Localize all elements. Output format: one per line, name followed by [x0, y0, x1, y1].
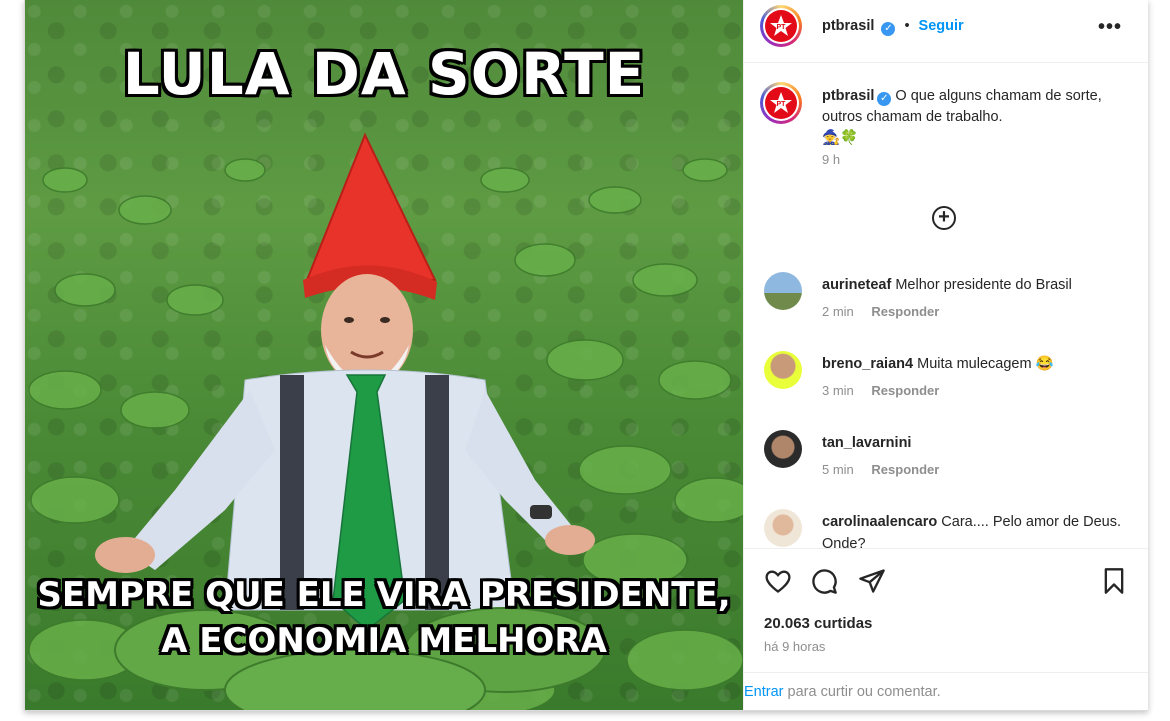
comment-meta: 5 min Responder: [822, 462, 953, 477]
reply-button[interactable]: Responder: [871, 462, 939, 477]
comment-body: aurineteaf Melhor presidente do Brasil: [822, 274, 1142, 296]
comment-username[interactable]: breno_raian4: [822, 356, 913, 372]
avatar[interactable]: [764, 272, 802, 310]
avatar[interactable]: [764, 509, 802, 547]
bookmark-icon[interactable]: [1100, 567, 1128, 595]
reply-button[interactable]: Responder: [871, 304, 939, 319]
svg-text:PT: PT: [777, 101, 787, 108]
meme-bottom-text: SEMPRE QUE ELE VIRA PRESIDENTE, A ECONOM…: [25, 572, 743, 664]
header-userline: ptbrasil ✓ • Seguir: [822, 18, 964, 36]
comment-item: carolinaalencaro Cara.... Pelo amor de D…: [764, 509, 1144, 549]
comment-username[interactable]: aurineteaf: [822, 277, 891, 293]
post-image[interactable]: LULA DA SORTE SEMPRE QUE ELE VIRA PRESID…: [25, 0, 743, 710]
avatar[interactable]: [764, 430, 802, 468]
header-username[interactable]: ptbrasil: [822, 18, 874, 34]
reply-button[interactable]: Responder: [871, 383, 939, 398]
likes-count[interactable]: 20.063 curtidas: [764, 615, 872, 632]
comment-body: breno_raian4 Muita mulecagem 😂: [822, 353, 1142, 375]
login-link[interactable]: Entrar: [744, 684, 784, 700]
pt-avatar[interactable]: PT: [760, 5, 802, 47]
comment-username[interactable]: carolinaalencaro: [822, 514, 937, 530]
verified-badge-icon: ✓: [881, 22, 896, 36]
comment-time: 2 min: [822, 304, 854, 319]
share-send-icon[interactable]: [858, 567, 886, 595]
caption-avatar[interactable]: PT: [760, 82, 802, 124]
comment-item: aurineteaf Melhor presidente do Brasil 2…: [764, 272, 1144, 332]
verified-badge-icon: ✓: [877, 92, 892, 106]
comment-body: carolinaalencaro Cara.... Pelo amor de D…: [822, 511, 1142, 549]
instagram-post: LULA DA SORTE SEMPRE QUE ELE VIRA PRESID…: [24, 0, 1148, 711]
caption-time: 9 h: [822, 152, 841, 167]
star-logo-icon: PT: [770, 15, 792, 36]
comment-time: 5 min: [822, 462, 854, 477]
star-logo-icon: PT: [770, 92, 792, 113]
comment-username[interactable]: tan_lavarnini: [822, 435, 911, 451]
svg-text:PT: PT: [777, 24, 787, 31]
comment-item: breno_raian4 Muita mulecagem 😂 3 min Res…: [764, 351, 1144, 411]
meme-bottom-line-1: SEMPRE QUE ELE VIRA PRESIDENTE,: [37, 575, 731, 615]
comment-meta: 2 min Responder: [822, 304, 953, 319]
post-header: PT ptbrasil ✓ • Seguir •••: [744, 0, 1148, 63]
login-text: para curtir ou comentar.: [783, 684, 941, 700]
comment-body: tan_lavarnini: [822, 432, 1142, 454]
more-options-icon[interactable]: •••: [1098, 16, 1122, 39]
follow-button[interactable]: Seguir: [919, 18, 964, 34]
comment-bubble-icon[interactable]: [810, 567, 838, 595]
header-separator: •: [904, 18, 910, 34]
comment-time: 3 min: [822, 383, 854, 398]
post-side-panel: PT ptbrasil ✓ • Seguir ••• PT ptbrasil ✓…: [743, 0, 1148, 710]
caption-username[interactable]: ptbrasil: [822, 88, 874, 104]
avatar[interactable]: [764, 351, 802, 389]
meme-top-text: LULA DA SORTE: [122, 40, 646, 108]
load-more-comments-button[interactable]: +: [932, 206, 956, 230]
post-age: há 9 horas: [764, 639, 826, 654]
comment-text: Muita mulecagem 😂: [917, 356, 1054, 372]
caption-emojis: 🧙🍀: [822, 130, 859, 146]
like-heart-icon[interactable]: [764, 567, 792, 595]
meme-bottom-line-2: A ECONOMIA MELHORA: [161, 621, 607, 661]
comment-item: tan_lavarnini 5 min Responder: [764, 430, 1144, 490]
comment-text: Melhor presidente do Brasil: [895, 277, 1072, 293]
comment-meta: 3 min Responder: [822, 383, 953, 398]
caption: ptbrasil ✓ O que alguns chamam de sorte, …: [822, 86, 1132, 171]
post-actions: 20.063 curtidas há 9 horas: [744, 548, 1148, 673]
login-prompt: Entrar para curtir ou comentar.: [744, 672, 1148, 711]
